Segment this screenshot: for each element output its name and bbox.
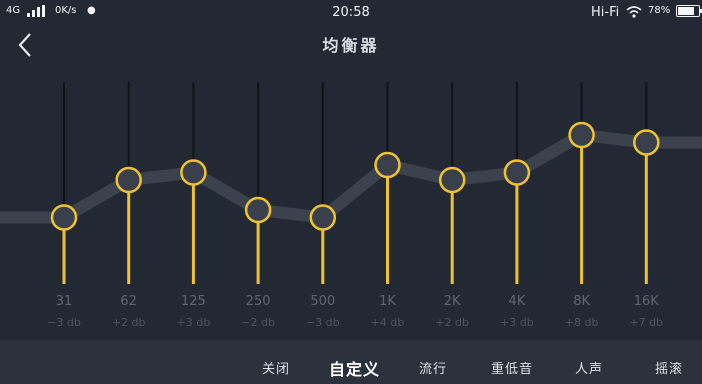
slider-knob[interactable] — [568, 121, 595, 149]
band-gain-label: −3 db — [305, 316, 340, 329]
band-slider-2K[interactable] — [438, 82, 466, 284]
band-slider-31[interactable] — [50, 82, 78, 284]
slider-knob[interactable] — [438, 166, 466, 194]
band-slider-8K[interactable] — [568, 82, 595, 284]
band-frequency-label: 125 — [180, 294, 206, 309]
band-frequency-label: 1K — [379, 294, 396, 309]
band-gain-label: −2 db — [241, 316, 275, 329]
slider-knob[interactable] — [244, 196, 272, 224]
band-frequency-label: 500 — [310, 294, 336, 309]
band-frequency-label: 31 — [55, 294, 73, 309]
band-gain-label: +2 db — [111, 316, 146, 329]
slider-knob[interactable] — [180, 159, 207, 186]
slider-knob[interactable] — [503, 159, 531, 186]
slider-knob[interactable] — [633, 129, 660, 156]
preset-tab[interactable]: 重低音 — [491, 358, 533, 377]
band-frequency-label: 16K — [633, 294, 659, 309]
band-frequency-label: 4K — [508, 294, 526, 309]
preset-tab[interactable]: 摇滚 — [655, 358, 683, 377]
band-slider-1K[interactable] — [374, 82, 401, 284]
preset-tab[interactable]: 关闭 — [262, 358, 290, 377]
band-slider-500[interactable] — [309, 82, 337, 284]
band-slider-16K[interactable] — [633, 82, 660, 284]
preset-tab[interactable]: 流行 — [419, 358, 447, 377]
slider-knob[interactable] — [115, 166, 142, 194]
band-frequency-label: 250 — [245, 294, 271, 309]
band-gain-label: +3 db — [500, 316, 534, 329]
preset-tab[interactable]: 自定义 — [329, 356, 380, 380]
preset-tab[interactable]: 人声 — [575, 358, 603, 377]
slider-knob[interactable] — [309, 204, 337, 231]
slider-knob[interactable] — [50, 204, 78, 231]
band-slider-250[interactable] — [244, 82, 272, 284]
band-gain-label: +2 db — [435, 316, 470, 329]
preset-bar: 关闭 自定义 流行 重低音 人声 摇滚 — [0, 340, 702, 384]
band-frequency-label: 62 — [120, 294, 137, 309]
band-gain-label: −3 db — [47, 316, 81, 329]
band-gain-label: +4 db — [370, 316, 405, 329]
band-gain-label: +3 db — [176, 316, 211, 329]
band-gain-label: +8 db — [564, 316, 599, 329]
band-frequency-label: 8K — [573, 294, 590, 309]
slider-knob[interactable] — [374, 151, 401, 179]
band-gain-label: +7 db — [629, 316, 664, 329]
eq-curve — [0, 129, 702, 224]
band-slider-4K[interactable] — [503, 82, 531, 284]
band-frequency-label: 2K — [443, 294, 461, 309]
band-slider-62[interactable] — [115, 82, 142, 284]
